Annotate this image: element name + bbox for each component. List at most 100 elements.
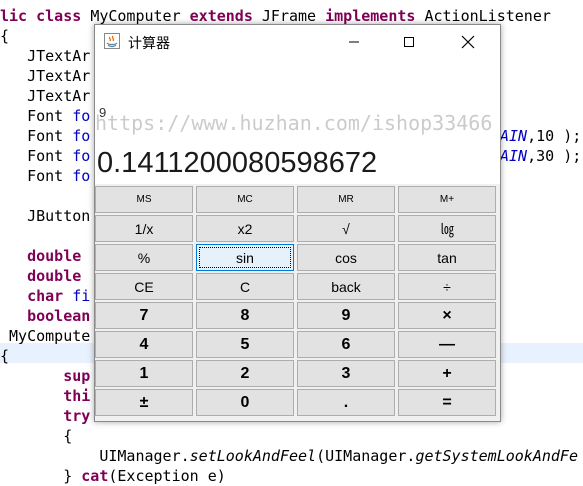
close-button[interactable]	[445, 25, 491, 59]
code-line: double	[0, 246, 90, 266]
subtract-button[interactable]: —	[398, 331, 496, 358]
code-token: MyComputer	[90, 7, 190, 25]
digit-8-button[interactable]: 8	[196, 302, 294, 329]
digit-7-button[interactable]: 7	[95, 302, 193, 329]
cos-button[interactable]: cos	[297, 244, 395, 271]
code-token: UIManager.	[0, 447, 190, 465]
reciprocal-button[interactable]: 1/x	[95, 215, 193, 242]
divide-button[interactable]: ÷	[398, 273, 496, 300]
code-token: fi	[72, 287, 91, 305]
digit-2-button[interactable]: 2	[196, 360, 294, 387]
maximize-button[interactable]	[386, 25, 432, 59]
code-token: {	[0, 427, 73, 445]
backspace-button[interactable]: back	[297, 273, 395, 300]
add-button[interactable]: +	[398, 360, 496, 387]
display-area: 9 https://www.huzhan.com/ishop33466 0.14…	[95, 59, 500, 184]
code-token: JTextAr	[0, 67, 91, 85]
digit-1-button[interactable]: 1	[95, 360, 193, 387]
java-app-icon	[104, 33, 120, 49]
memory-save-button[interactable]: MS	[95, 186, 193, 213]
code-token: JFrame	[261, 7, 326, 25]
code-token: ,30 );	[527, 147, 582, 165]
code-token: AIN	[500, 147, 528, 165]
code-token: (Exception e)	[108, 467, 226, 485]
watermark-text: https://www.huzhan.com/ishop33466	[95, 111, 493, 135]
code-token: implements	[325, 7, 425, 25]
result-display: 0.1411200080598672	[97, 147, 378, 179]
code-line: JButton	[0, 206, 90, 226]
tan-button[interactable]: tan	[398, 244, 496, 271]
code-token: (UIManager.	[316, 447, 416, 465]
memory-add-button[interactable]: M+	[398, 186, 496, 213]
code-token: try	[0, 407, 91, 425]
keypad: MS MC MR M+ 1/x x2 √ ㏒% sin cos tan CE Cback ÷ 7 8 9 × 4 5 6…	[95, 186, 500, 420]
negate-button[interactable]: ±	[95, 389, 193, 416]
code-token: setLookAndFeel	[189, 447, 317, 465]
code-token: class	[36, 7, 91, 25]
code-token: cat	[81, 467, 109, 485]
clear-entry-button[interactable]: CE	[95, 273, 193, 300]
code-line: Font fo	[0, 126, 90, 146]
code-token: getSystemLookAndFe	[415, 447, 578, 465]
code-token: fo	[72, 147, 91, 165]
code-line: {	[0, 346, 9, 366]
code-line: JTextAr	[0, 66, 90, 86]
digit-6-button[interactable]: 6	[297, 331, 395, 358]
code-line: JTextAr	[0, 46, 90, 66]
code-token: sup	[0, 367, 91, 385]
minimize-button[interactable]	[331, 25, 377, 59]
code-line: Font fo	[0, 166, 90, 186]
code-line: UIManager.setLookAndFeel(UIManager.getSy…	[0, 446, 578, 466]
percent-button[interactable]: %	[95, 244, 193, 271]
code-line: sup	[0, 366, 90, 386]
decimal-button[interactable]: .	[297, 389, 395, 416]
code-token: boolean	[0, 307, 91, 325]
digit-5-button[interactable]: 5	[196, 331, 294, 358]
code-line: {	[0, 26, 9, 46]
code-token: double	[0, 247, 91, 265]
digit-0-button[interactable]: 0	[196, 389, 294, 416]
code-token: Font	[0, 147, 73, 165]
code-token: }	[0, 467, 82, 485]
digit-4-button[interactable]: 4	[95, 331, 193, 358]
code-token: {	[0, 347, 10, 365]
code-line: {	[0, 426, 72, 446]
code-token: MyCompute	[0, 327, 91, 345]
memory-recall-button[interactable]: MR	[297, 186, 395, 213]
multiply-button[interactable]: ×	[398, 302, 496, 329]
code-token: fo	[72, 167, 91, 185]
code-line-tail: AIN,10 );	[500, 126, 581, 146]
equals-button[interactable]: =	[398, 389, 496, 416]
code-line: double	[0, 266, 90, 286]
maximize-icon	[404, 37, 414, 47]
code-line: Font fo	[0, 146, 90, 166]
sin-button[interactable]: sin	[196, 244, 294, 271]
code-token: Font	[0, 167, 73, 185]
window-title: 计算器	[128, 36, 170, 52]
code-token: fo	[72, 107, 91, 125]
clear-button[interactable]: C	[196, 273, 294, 300]
code-token: JTextAr	[0, 87, 91, 105]
code-token: JTextAr	[0, 47, 91, 65]
close-icon	[461, 35, 475, 49]
code-token: lic	[0, 7, 37, 25]
sqrt-button[interactable]: √	[297, 215, 395, 242]
title-bar[interactable]: 计算器	[95, 25, 500, 59]
code-line: } cat(Exception e)	[0, 466, 226, 486]
code-line: thi	[0, 386, 90, 406]
memory-clear-button[interactable]: MC	[196, 186, 294, 213]
code-line: Font fo	[0, 106, 90, 126]
code-token: fo	[72, 127, 91, 145]
square-button[interactable]: x2	[196, 215, 294, 242]
code-token: Font	[0, 127, 73, 145]
code-line: boolean	[0, 306, 90, 326]
code-line: MyCompute	[0, 326, 90, 346]
code-line: JTextAr	[0, 86, 90, 106]
code-line: lic class MyComputer extends JFrame impl…	[0, 6, 551, 26]
minimize-icon	[349, 41, 359, 43]
code-token: AIN	[500, 127, 528, 145]
digit-9-button[interactable]: 9	[297, 302, 395, 329]
code-token: ,10 );	[527, 127, 582, 145]
log-button[interactable]: ㏒	[398, 215, 496, 242]
digit-3-button[interactable]: 3	[297, 360, 395, 387]
